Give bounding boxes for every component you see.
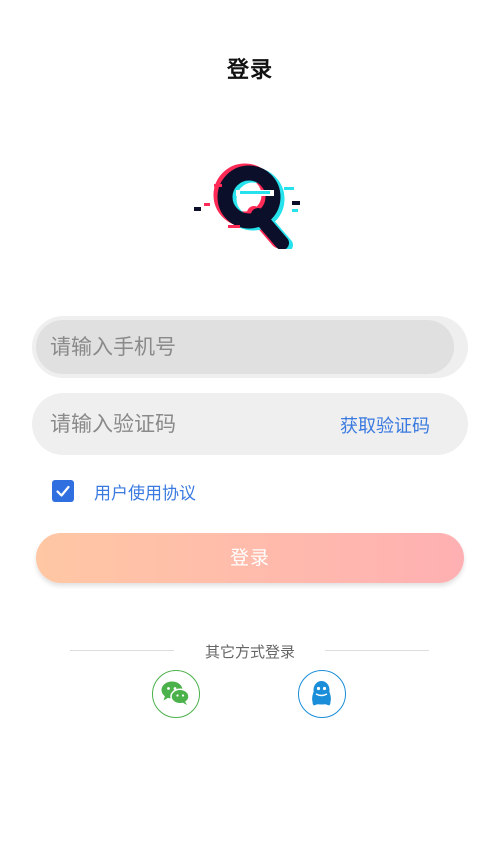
app-logo — [192, 157, 308, 252]
agreement-row[interactable]: 用户使用协议 — [52, 479, 196, 504]
qq-icon — [312, 681, 331, 706]
wechat-login-button[interactable] — [152, 670, 200, 718]
phone-input[interactable] — [36, 320, 454, 374]
qq-login-button[interactable] — [298, 670, 346, 718]
agreement-checkbox[interactable] — [52, 480, 74, 502]
agreement-link[interactable]: 用户使用协议 — [94, 479, 196, 504]
wechat-icon — [161, 681, 190, 705]
verification-code-input[interactable] — [36, 397, 316, 451]
page-title: 登录 — [226, 58, 273, 83]
other-login-label: 其它方式登录 — [204, 643, 295, 661]
get-code-button[interactable]: 获取验证码 — [340, 412, 430, 438]
phone-field — [32, 316, 468, 378]
check-icon — [56, 485, 70, 497]
login-button[interactable]: 登录 — [36, 533, 464, 583]
verification-code-field: 获取验证码 — [32, 393, 468, 455]
